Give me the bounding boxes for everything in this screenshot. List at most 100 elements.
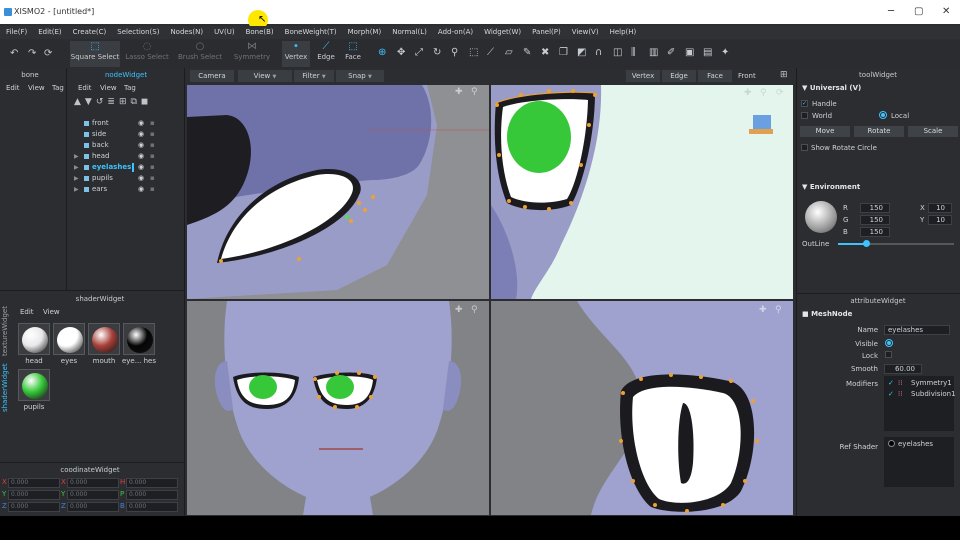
zoom-icon[interactable]: ⚲: [775, 305, 782, 315]
rotate-button[interactable]: Rotate: [854, 126, 904, 137]
view-dropdown[interactable]: View ▼: [238, 70, 292, 82]
scale-tool-icon[interactable]: ⤢: [415, 47, 423, 58]
env-r-field[interactable]: 150: [860, 203, 890, 213]
zoom-icon[interactable]: ⚲: [471, 87, 478, 97]
duplicate-icon[interactable]: ❐: [559, 47, 568, 58]
bag-icon[interactable]: ▥: [649, 47, 658, 58]
texture-icon[interactable]: ▣: [685, 47, 694, 58]
pen-icon[interactable]: ✎: [523, 47, 531, 58]
reset-icon[interactable]: ↺: [96, 97, 108, 107]
face-tab[interactable]: Face: [698, 70, 732, 82]
shader-menu-edit[interactable]: Edit: [20, 308, 34, 316]
square-select-button[interactable]: ⬚ Square Select: [70, 41, 120, 67]
menu-selection[interactable]: Selection(S): [117, 26, 159, 39]
brush-select-button[interactable]: ○ Brush Select: [176, 41, 224, 67]
node-item-5[interactable]: ▶ pupils ◉ ▪: [74, 173, 184, 184]
shader-swatch[interactable]: [53, 323, 85, 355]
node-menu-edit[interactable]: Edit: [78, 84, 92, 92]
menu-view[interactable]: View(V): [572, 26, 599, 39]
coord-input[interactable]: 0.000: [126, 490, 178, 500]
outline-slider-handle[interactable]: [862, 240, 870, 247]
rotate-tool-icon[interactable]: ↻: [433, 47, 441, 58]
shader-swatch[interactable]: [88, 323, 120, 355]
shader-menu-view[interactable]: View: [43, 308, 60, 316]
coord-input[interactable]: 0.000: [67, 490, 119, 500]
modifier-item-subdivision[interactable]: Subdivision1: [911, 390, 956, 398]
pan-icon[interactable]: ✚: [744, 88, 752, 98]
visibility-eye-icon[interactable]: ◉: [138, 151, 144, 162]
modifier-check-icon[interactable]: ✓: [888, 379, 894, 387]
group-icon[interactable]: ⧉: [130, 97, 140, 107]
env-g-field[interactable]: 150: [860, 215, 890, 225]
bridge-icon[interactable]: ∩: [595, 47, 602, 58]
viewport-layout-icon[interactable]: ⊞: [780, 70, 788, 80]
environment-section[interactable]: ▼ Environment: [802, 183, 860, 191]
menu-file[interactable]: File(F): [6, 26, 27, 39]
close-button[interactable]: ✕: [942, 6, 950, 17]
viewport-front[interactable]: ✚ ⚲: [187, 301, 489, 515]
name-field[interactable]: eyelashes: [884, 325, 950, 335]
coord-input[interactable]: 0.000: [126, 502, 178, 512]
visibility-eye-icon[interactable]: ◉: [138, 129, 144, 140]
coord-input[interactable]: 0.000: [8, 478, 60, 488]
show-rotate-checkbox[interactable]: [801, 144, 808, 151]
visibility-eye-icon[interactable]: ◉: [138, 140, 144, 151]
menu-normal[interactable]: Normal(L): [392, 26, 427, 39]
visibility-eye-icon[interactable]: ◉: [138, 184, 144, 195]
sculpt-icon[interactable]: ✦: [721, 47, 729, 58]
move-down-icon[interactable]: ▼: [85, 97, 96, 107]
move-button[interactable]: Move: [800, 126, 850, 137]
lock-checkbox[interactable]: [885, 351, 892, 358]
undo-icon[interactable]: ↶: [10, 48, 18, 59]
camera-button[interactable]: Camera: [190, 70, 234, 82]
node-item-0[interactable]: front ◉ ▪: [74, 118, 184, 129]
node-item-1[interactable]: side ◉ ▪: [74, 129, 184, 140]
node-menu-view[interactable]: View: [100, 84, 117, 92]
lock-icon[interactable]: ▪: [150, 151, 155, 162]
lock-icon[interactable]: ▪: [150, 162, 155, 173]
node-item-3[interactable]: ▶ head ◉ ▪: [74, 151, 184, 162]
node-item-4[interactable]: ▶ eyelashes ◉ ▪: [74, 162, 184, 173]
expand-arrow-icon[interactable]: ▶: [74, 151, 79, 162]
bone-menu-tag[interactable]: Tag: [52, 84, 64, 92]
visibility-eye-icon[interactable]: ◉: [138, 162, 144, 173]
menu-bone[interactable]: Bone(B): [246, 26, 274, 39]
tab-texture-widget[interactable]: textureWidget: [1, 296, 11, 356]
orbit-icon[interactable]: ⟳: [776, 88, 784, 98]
menu-nodes[interactable]: Nodes(N): [170, 26, 203, 39]
lock-icon[interactable]: ▪: [150, 118, 155, 129]
modifier-check-icon[interactable]: ✓: [888, 390, 894, 398]
modifier-item-symmetry[interactable]: Symmetry1: [911, 379, 952, 387]
smooth-field[interactable]: 60.00: [884, 364, 922, 374]
handle-checkbox[interactable]: ✓: [801, 100, 808, 107]
env-y-field[interactable]: 10: [928, 215, 952, 225]
move-up-icon[interactable]: ▲: [74, 97, 85, 107]
env-x-field[interactable]: 10: [928, 203, 952, 213]
edge-tab[interactable]: Edge: [662, 70, 696, 82]
coord-input[interactable]: 0.000: [8, 490, 60, 500]
list-icon[interactable]: ≣: [107, 97, 119, 107]
expand-arrow-icon[interactable]: ▶: [74, 173, 79, 184]
expand-arrow-icon[interactable]: ▶: [74, 162, 79, 173]
env-b-field[interactable]: 150: [860, 227, 890, 237]
vertex-mode-button[interactable]: • Vertex: [282, 41, 310, 67]
coord-input[interactable]: 0.000: [8, 502, 60, 512]
pan-icon[interactable]: ✚: [455, 305, 463, 315]
refresh-icon[interactable]: ⟳: [44, 48, 52, 59]
comb-icon[interactable]: ⫼: [631, 47, 636, 58]
lock-icon[interactable]: ▪: [150, 173, 155, 184]
bounding-box-icon[interactable]: ⬚: [469, 47, 478, 58]
menu-morph[interactable]: Morph(M): [348, 26, 382, 39]
snap-dropdown[interactable]: Snap ▼: [336, 70, 384, 82]
move-tool-icon[interactable]: ✥: [397, 47, 405, 58]
cube-icon[interactable]: ◼: [141, 97, 152, 107]
zoom-icon[interactable]: ⚲: [760, 88, 767, 98]
shader-swatch[interactable]: [18, 369, 50, 401]
loop-icon[interactable]: ◫: [613, 47, 622, 58]
tab-shader-widget[interactable]: shaderWidget: [1, 356, 11, 412]
edge-mode-button[interactable]: ⟋ Edge: [312, 41, 340, 67]
visibility-eye-icon[interactable]: ◉: [138, 173, 144, 184]
menu-panel[interactable]: Panel(P): [532, 26, 561, 39]
visibility-eye-icon[interactable]: ◉: [138, 118, 144, 129]
bone-menu-view[interactable]: View: [28, 84, 45, 92]
